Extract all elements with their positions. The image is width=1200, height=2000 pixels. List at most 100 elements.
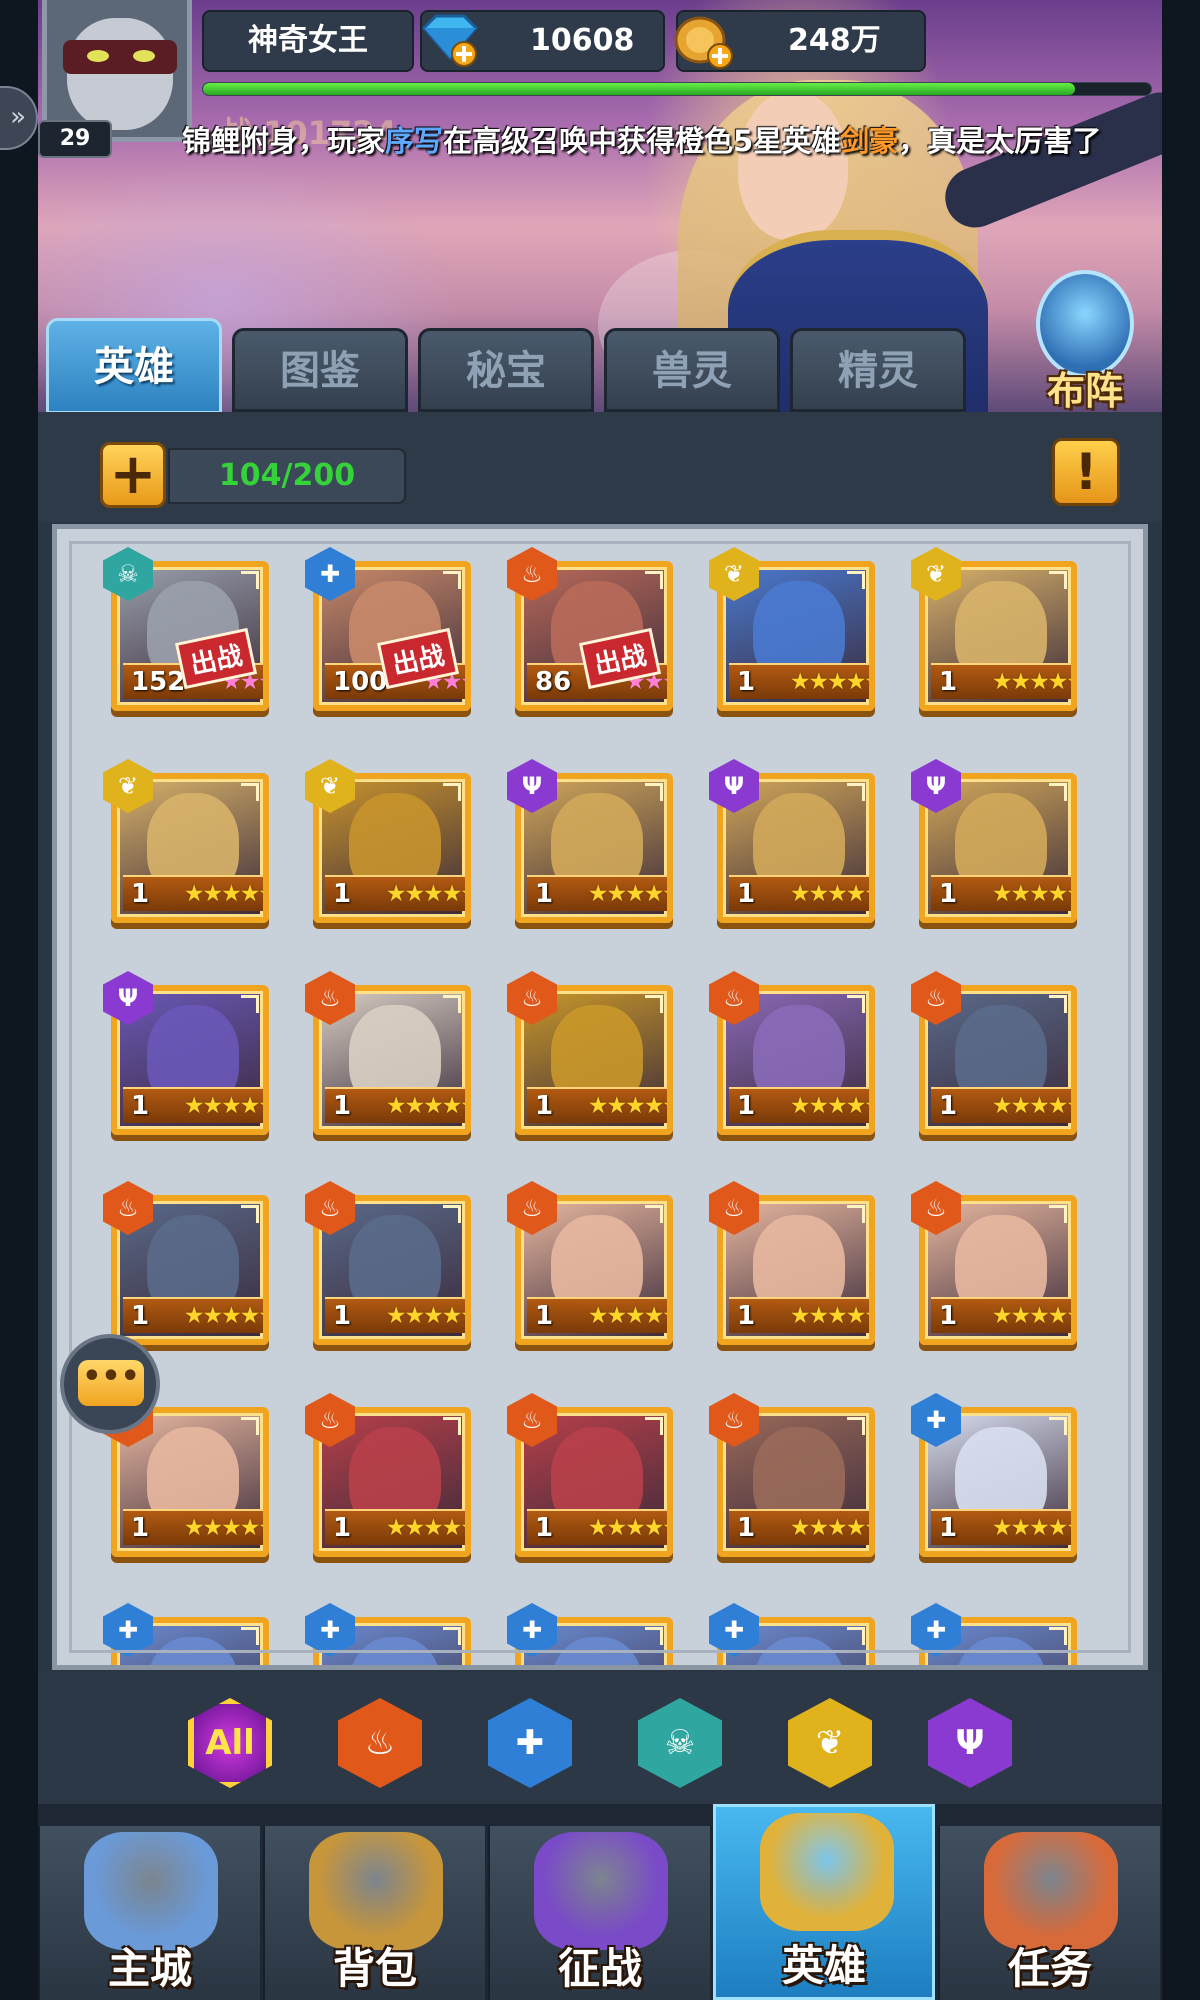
nav-item-1[interactable]: 背包 bbox=[263, 1826, 485, 2000]
hero-stars: ★★★★★ bbox=[385, 1303, 471, 1329]
portrait-corner-ornament bbox=[645, 783, 663, 801]
hero-stars: ★★★★★ bbox=[789, 1515, 875, 1541]
hero-stars: ★★★★★ bbox=[587, 1515, 673, 1541]
hero-level: 1 bbox=[333, 1513, 352, 1543]
bottom-navigation: 主城 背包 征战 英雄 任务 bbox=[38, 1804, 1162, 2000]
hero-stars: ★★★★★ bbox=[789, 1093, 875, 1119]
nav-item-4[interactable]: 任务 bbox=[938, 1826, 1160, 2000]
hero-card[interactable]: 1 ★★★★★ Ψ bbox=[103, 971, 275, 1141]
hero-level: 1 bbox=[535, 1091, 554, 1121]
hero-card[interactable]: 1 ★★★★★ Ψ bbox=[709, 759, 881, 929]
nav-label: 主城 bbox=[107, 1944, 192, 1993]
hero-card[interactable]: ✚ bbox=[305, 1603, 477, 1665]
tab-treasure[interactable]: 秘宝 bbox=[418, 328, 594, 412]
portrait-corner-ornament bbox=[847, 1417, 865, 1435]
portrait-corner-ornament bbox=[847, 995, 865, 1013]
castle-icon bbox=[84, 1832, 218, 1950]
hero-card[interactable]: 1★★★★★♨ bbox=[305, 971, 477, 1141]
formation-label: 布阵 bbox=[1046, 369, 1123, 413]
hero-card[interactable]: ✚ bbox=[911, 1603, 1083, 1665]
hero-card[interactable]: 1★★★★★♨ bbox=[709, 1393, 881, 1563]
hero-card[interactable]: 1★★★★★♨ bbox=[103, 1181, 275, 1351]
nav-item-2[interactable]: 征战 bbox=[488, 1826, 710, 2000]
hero-card[interactable]: 1★★★★★♨ bbox=[709, 1181, 881, 1351]
hero-count: 104/200 bbox=[168, 448, 406, 504]
hero-stars: ★★★★★ bbox=[183, 1303, 269, 1329]
diamond-counter[interactable]: 10608 bbox=[420, 10, 665, 72]
hero-card[interactable]: 1 ★★★★★ ❦ bbox=[911, 547, 1083, 717]
hero-card[interactable]: 1★★★★★♨ bbox=[507, 1181, 679, 1351]
hero-card[interactable]: ✚ bbox=[507, 1603, 679, 1665]
hero-card[interactable]: 152★★★出战☠ bbox=[103, 547, 275, 717]
hero-card[interactable]: 1 ★★★★★ ❦ bbox=[305, 759, 477, 929]
tab-beast-spirit[interactable]: 兽灵 bbox=[604, 328, 780, 412]
hero-card[interactable]: 86★★★出战♨ bbox=[507, 547, 679, 717]
hero-card[interactable]: 1★★★★★♨ bbox=[305, 1181, 477, 1351]
hero-level: 86 bbox=[535, 667, 572, 697]
chat-button[interactable]: ••• bbox=[60, 1334, 160, 1434]
hero-card[interactable]: 1★★★★★♨ bbox=[911, 1181, 1083, 1351]
hero-level: 152 bbox=[131, 667, 186, 697]
broadcast-suffix: ，真是太厉害了 bbox=[898, 124, 1102, 158]
filter-holy[interactable]: ✚ bbox=[488, 1698, 572, 1788]
portrait-corner-ornament bbox=[443, 1627, 461, 1645]
hero-card[interactable]: 1★★★★★♨ bbox=[507, 971, 679, 1141]
hero-stars: ★★★★★ bbox=[183, 1093, 269, 1119]
filter-death[interactable]: ☠ bbox=[638, 1698, 722, 1788]
hero-card[interactable]: 1 ★★★★★ ❦ bbox=[709, 547, 881, 717]
portrait-corner-ornament bbox=[847, 1627, 865, 1645]
avatar-mask bbox=[63, 40, 177, 74]
gold-counter[interactable]: 248万 bbox=[674, 10, 926, 72]
hero-card[interactable]: 1★★★★★♨ bbox=[911, 971, 1083, 1141]
portrait-corner-ornament bbox=[241, 1205, 259, 1223]
hero-card[interactable]: 1 ★★★★★ Ψ bbox=[507, 759, 679, 929]
formation-button[interactable]: 布阵 bbox=[1018, 270, 1152, 413]
hero-face bbox=[349, 1637, 441, 1665]
nav-item-3[interactable]: 英雄 bbox=[713, 1804, 935, 2000]
hero-card[interactable]: ✚ bbox=[103, 1603, 275, 1665]
faction-filter-row: All ♨ ✚ ☠ ❦ Ψ bbox=[38, 1672, 1162, 1804]
portrait-corner-ornament bbox=[1049, 783, 1067, 801]
hero-card[interactable]: ✚ bbox=[709, 1603, 881, 1665]
filter-shadow[interactable]: Ψ bbox=[928, 1698, 1012, 1788]
hero-stars: ★★★★★ bbox=[385, 881, 471, 907]
hero-card[interactable]: 1 ★★★★★ ✚ bbox=[911, 1393, 1083, 1563]
hero-helmet-icon bbox=[760, 1813, 894, 1931]
info-button[interactable]: ! bbox=[1052, 438, 1120, 506]
expand-capacity-button[interactable]: + bbox=[100, 442, 166, 508]
tab-heroes[interactable]: 英雄 bbox=[46, 318, 222, 414]
hero-grid: 152★★★出战☠100★★★出战✚86★★★出战♨1★★★★★❦1★★★★★❦… bbox=[52, 524, 1148, 1670]
tab-codex[interactable]: 图鉴 bbox=[232, 328, 408, 412]
hero-level: 1 bbox=[131, 1513, 150, 1543]
hero-card[interactable]: 1★★★★★♨ bbox=[305, 1393, 477, 1563]
hero-level-strip: 1 ★★★★★ bbox=[527, 875, 667, 911]
nav-item-0[interactable]: 主城 bbox=[38, 1826, 260, 2000]
side-panel-toggle[interactable]: » bbox=[0, 86, 38, 150]
hero-level-strip: 1 ★★★★★ bbox=[729, 1297, 869, 1333]
hero-level-strip: 1 ★★★★★ bbox=[325, 1509, 471, 1545]
filter-fire[interactable]: ♨ bbox=[338, 1698, 422, 1788]
hero-level-strip: 1 ★★★★★ bbox=[325, 875, 471, 911]
portrait-corner-ornament bbox=[1049, 1417, 1067, 1435]
filter-nature[interactable]: ❦ bbox=[788, 1698, 872, 1788]
hero-level: 1 bbox=[333, 879, 352, 909]
hero-level: 1 bbox=[737, 1091, 756, 1121]
hero-stars: ★★★★★ bbox=[385, 1515, 471, 1541]
hero-level-strip: 1 ★★★★★ bbox=[325, 1297, 471, 1333]
hero-face bbox=[753, 1637, 845, 1665]
portrait-corner-ornament bbox=[847, 783, 865, 801]
tab-sprite[interactable]: 精灵 bbox=[790, 328, 966, 412]
cross-icon: ✚ bbox=[515, 1723, 545, 1763]
hero-card[interactable]: 100★★★出战✚ bbox=[305, 547, 477, 717]
filter-all-label: All bbox=[205, 1723, 255, 1763]
hero-card[interactable]: 1 ★★★★★ ❦ bbox=[103, 759, 275, 929]
hero-level-strip: 1 ★★★★★ bbox=[123, 875, 263, 911]
diamond-amount: 10608 bbox=[530, 23, 635, 58]
hero-card[interactable]: 1★★★★★♨ bbox=[507, 1393, 679, 1563]
hero-level-strip: 1 ★★★★★ bbox=[123, 1297, 269, 1333]
filter-all[interactable]: All bbox=[188, 1698, 272, 1788]
avatar-eye bbox=[133, 50, 155, 62]
hero-level: 1 bbox=[333, 1301, 352, 1331]
hero-card[interactable]: 1 ★★★★★ Ψ bbox=[911, 759, 1083, 929]
hero-card[interactable]: 1★★★★★♨ bbox=[709, 971, 881, 1141]
